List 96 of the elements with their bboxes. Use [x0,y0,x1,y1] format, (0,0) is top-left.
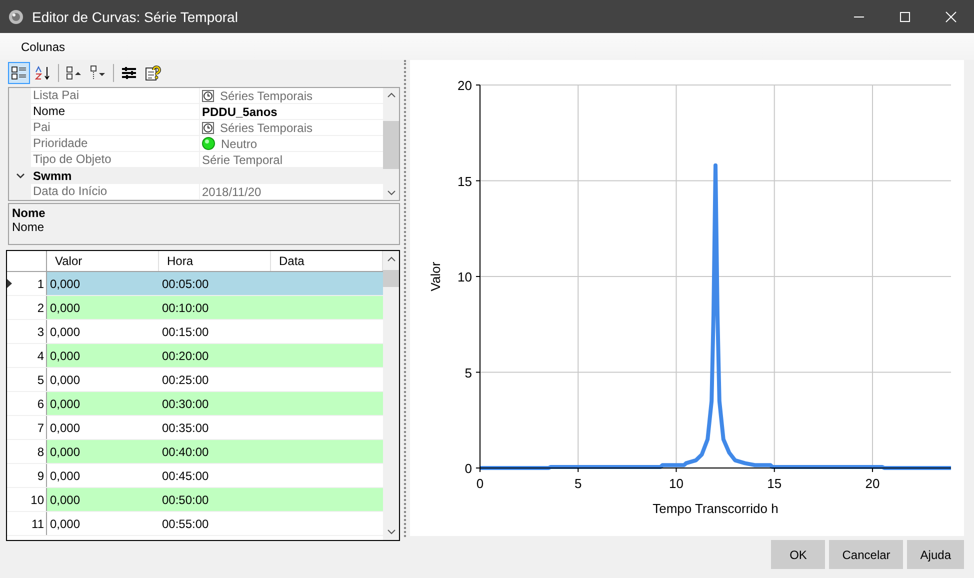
row-number: 8 [37,444,44,458]
table-cell: 0,000 [47,344,159,367]
axis-title: Valor [428,262,443,292]
category-header[interactable]: Swmm [31,168,383,184]
dialog-button[interactable]: Ajuda [907,540,964,569]
table-cell: 00:30:00 [159,392,271,415]
property-label: Pai [31,120,200,136]
scrollbar-thumb[interactable] [383,270,399,287]
property-label: Nome [31,104,200,120]
row-pointer-icon [7,279,12,288]
row-number: 10 [30,492,44,506]
row-number: 9 [37,468,44,482]
table-row[interactable]: 11 0,000 00:55:00 [7,512,383,536]
table-cell-text: 0,000 [49,468,82,485]
table-cell-text: 00:35:00 [161,420,210,437]
table-cell-text: 0,000 [49,372,82,389]
table-cell-text: 00:55:00 [161,516,210,533]
column-header[interactable]: Hora [159,251,271,271]
tick-label: 5 [464,365,472,380]
row-number: 6 [37,396,44,410]
chevron-icon[interactable] [16,173,24,179]
row-number: 3 [37,324,44,338]
dialog-button[interactable]: OK [771,540,826,569]
property-label: Prioridade [31,136,200,152]
categorized-view-button[interactable] [8,62,30,84]
tick-label: 10 [458,270,472,284]
status-dot-icon [202,137,215,150]
table-cell: 0,000 [47,272,159,295]
table-row[interactable]: 8 0,000 00:40:00 [7,440,383,464]
clock-icon [202,90,214,102]
table-cell: 0,000 [47,488,159,511]
scroll-up-icon[interactable] [386,92,396,98]
property-value[interactable]: Série Temporal [202,152,282,166]
property-label: Data do Início [31,184,200,200]
tick-label: 5 [574,476,582,491]
tick-label: 20 [458,78,472,93]
tick-label: 10 [669,476,684,491]
table-cell: 00:05:00 [159,272,271,295]
table-cell: 0,000 [47,296,159,319]
table-cell-text: 00:15:00 [161,324,210,341]
row-number: 11 [32,516,44,530]
property-value[interactable]: PDDU_5anos [202,104,278,118]
scroll-down-icon[interactable] [386,190,396,196]
row-number: 7 [37,420,44,434]
table-row[interactable]: 10 0,000 00:50:00 [7,488,383,512]
scroll-up-icon[interactable] [386,256,396,262]
table-cell: 00:20:00 [159,344,271,367]
scrollbar[interactable] [383,251,399,540]
app-icon [8,8,24,24]
description-title: Nome [12,206,46,220]
description-text: Nome [12,220,44,234]
axis-title: Tempo Transcorrido h [652,501,778,516]
property-value[interactable]: Neutro [221,136,258,150]
table-cell-text: 00:45:00 [161,468,210,485]
table-row[interactable]: 6 0,000 00:30:00 [7,392,383,416]
categorized-view-icon [11,65,27,81]
properties-icon [121,65,137,81]
table-cell-text: 00:25:00 [161,372,210,389]
help-icon [145,65,161,81]
clock-icon [202,122,214,134]
scrollbar-thumb[interactable] [383,121,399,169]
property-value[interactable]: Séries Temporais [220,88,312,102]
table-cell: 0,000 [47,392,159,415]
property-value[interactable]: Séries Temporais [220,120,312,134]
expand-icon [66,65,82,81]
property-value[interactable]: 2018/11/20 [202,184,262,198]
table-row[interactable]: 4 0,000 00:20:00 [7,344,383,368]
table-cell: 0,000 [47,440,159,463]
column-header[interactable]: Valor [47,251,159,271]
property-label: Lista Pai [31,88,200,104]
table-cell: 00:10:00 [159,296,271,319]
collapse-icon [90,65,106,81]
maximize-icon [899,10,911,22]
close-icon [945,10,957,22]
table-cell: 00:40:00 [159,440,271,463]
tick-label: 15 [458,174,472,189]
table-cell-text: 0,000 [49,324,82,341]
row-number: 4 [37,348,44,362]
table-row[interactable]: 1 0,000 00:05:00 [7,272,383,296]
sort-icon [35,65,51,81]
tick-label: 15 [767,476,782,491]
row-number: 5 [37,372,44,386]
table-cell: 00:50:00 [159,488,271,511]
table-row[interactable]: 2 0,000 00:10:00 [7,296,383,320]
tick-label: 20 [865,476,880,491]
row-number: 1 [37,276,44,290]
scrollbar[interactable] [383,88,399,200]
tick-label: 0 [464,461,472,476]
table-cell-text: 0,000 [49,420,82,437]
dialog-button[interactable]: Cancelar [829,540,904,569]
table-cell-text: 0,000 [49,516,82,533]
window-title: Editor de Curvas: Série Temporal [32,8,239,24]
scroll-down-icon[interactable] [386,529,396,535]
tick-label: 0 [476,476,484,491]
menu-item[interactable]: Colunas [13,40,74,54]
row-number: 2 [37,300,44,314]
